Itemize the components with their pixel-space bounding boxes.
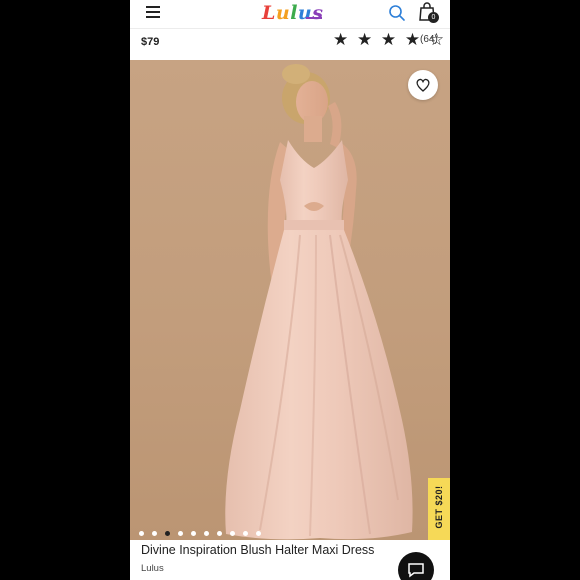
gallery-pagination[interactable] [139,525,269,537]
lulus-logo[interactable]: Lulus [262,2,323,24]
top-navigation-bar: Lulus 0 [130,0,450,28]
product-image-gallery[interactable]: GET $20! [130,60,450,540]
search-icon[interactable] [388,4,406,22]
favorite-button[interactable] [408,70,438,100]
logo-swash [306,17,322,19]
product-photo [225,64,413,540]
promo-label: GET $20! [434,485,444,529]
promo-tab[interactable]: GET $20! [428,478,450,540]
chat-icon [408,563,424,578]
hamburger-menu-icon[interactable] [146,6,160,18]
price-rating-row: $79 ★ ★ ★ ★ ☆ (64) [130,28,450,61]
mobile-screen: Lulus 0 $79 ★ ★ ★ ★ ☆ (64) GET $20! Divi… [130,0,450,580]
cart-count-badge: 0 [428,12,439,23]
chat-button[interactable] [398,552,434,580]
review-count[interactable]: (64) [420,34,438,45]
heart-icon [416,78,430,92]
product-title: Divine Inspiration Blush Halter Maxi Dre… [141,543,375,557]
product-price: $79 [141,36,160,48]
product-brand[interactable]: Lulus [141,563,164,574]
